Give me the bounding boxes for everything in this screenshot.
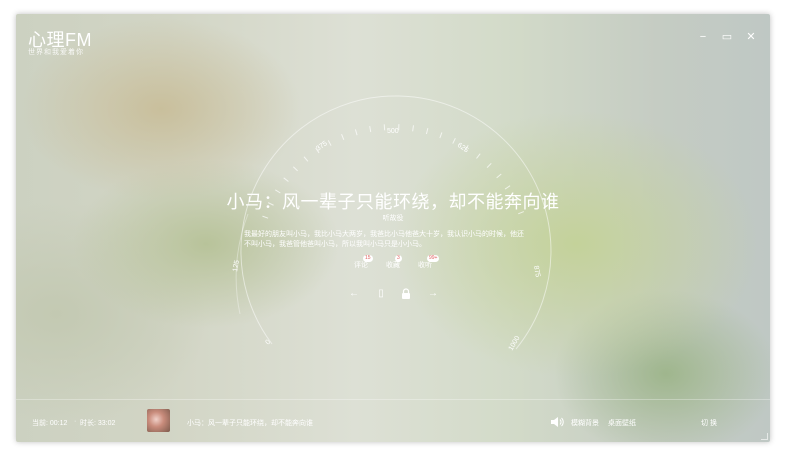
- album-thumbnail[interactable]: [147, 409, 170, 432]
- book-button[interactable]: ▯: [375, 288, 387, 300]
- volume-dial[interactable]: 125 375 500 625 875 0 1000: [16, 14, 770, 442]
- player-bar: [16, 399, 770, 442]
- dial-label-1000: 1000: [508, 335, 522, 352]
- song-description-line: 我最好的朋友叫小马，我比小马大两岁，我爸比小马他爸大十岁，我认识小马的时候，他还: [244, 231, 524, 238]
- dial-tick: [341, 134, 345, 140]
- lock-button[interactable]: [400, 288, 412, 300]
- comment-label: 评论: [354, 262, 368, 269]
- book-icon: ▯: [378, 288, 384, 299]
- dial-tick: [476, 153, 481, 159]
- favorite-button[interactable]: 收藏 3: [386, 255, 402, 270]
- current-time: 当前: 00:12: [32, 420, 68, 427]
- dial-tick: [412, 125, 414, 132]
- dial-tick: [283, 177, 289, 182]
- favorite-label: 收藏: [386, 262, 400, 269]
- dial-tick: [486, 162, 492, 168]
- listen-count-badge: 99+: [427, 255, 440, 262]
- speaker-icon: [551, 417, 564, 427]
- next-button[interactable]: →: [427, 288, 439, 300]
- dial-tick: [327, 140, 332, 146]
- resize-handle[interactable]: [761, 433, 768, 440]
- dial-label-625: 625: [456, 142, 470, 154]
- previous-button[interactable]: ←: [348, 288, 360, 300]
- favorite-count-badge: 3: [395, 255, 402, 262]
- dial-tick: [425, 128, 429, 135]
- song-title: 小马：风一辈子只能环绕，却不能奔向谁: [226, 192, 560, 212]
- dial-label-500: 500: [387, 128, 399, 135]
- dial-tick: [496, 173, 502, 179]
- dial-tick: [369, 126, 372, 133]
- lock-icon: [402, 288, 410, 299]
- now-playing-title: 小马：风一辈子只能环绕，却不能奔向谁: [187, 420, 313, 427]
- dial-label-875: 875: [532, 265, 541, 278]
- duration: 时长: 33:02: [80, 420, 116, 427]
- song-author: 听故役: [382, 215, 404, 222]
- listen-button[interactable]: 收听 99+: [418, 255, 440, 270]
- comment-button[interactable]: 评论 15: [354, 255, 373, 270]
- dial-tick: [354, 129, 358, 136]
- dial-tick: [303, 156, 309, 162]
- listen-label: 收听: [418, 262, 432, 269]
- comment-count-badge: 15: [363, 255, 373, 262]
- dial-tick: [292, 166, 298, 172]
- switch-button[interactable]: 切 换: [701, 418, 717, 428]
- arrow-left-icon: ←: [349, 288, 359, 299]
- dial-label-375: 375: [315, 140, 329, 152]
- volume-button[interactable]: [550, 415, 564, 427]
- arrow-right-icon: →: [428, 288, 438, 299]
- desktop-wallpaper-button[interactable]: 桌面壁纸: [608, 418, 636, 428]
- app-window: 心理FM 世界和我爱着你 − ▭ ✕ 125 375 500 625 875 0…: [16, 14, 770, 442]
- blur-background-toggle[interactable]: 模糊背景: [571, 418, 599, 428]
- time-separator: ·: [74, 418, 77, 425]
- song-description-line: 不叫小马，我爸管他爸叫小马，所以我叫小马只是小小马。: [244, 241, 426, 248]
- dial-tick: [452, 137, 456, 144]
- dial-tick: [439, 132, 443, 139]
- dial-label-125: 125: [232, 260, 241, 273]
- song-description: 我最好的朋友叫小马，我比小马大两岁，我爸比小马他爸大十岁，我认识小马的时候，他还…: [244, 230, 544, 250]
